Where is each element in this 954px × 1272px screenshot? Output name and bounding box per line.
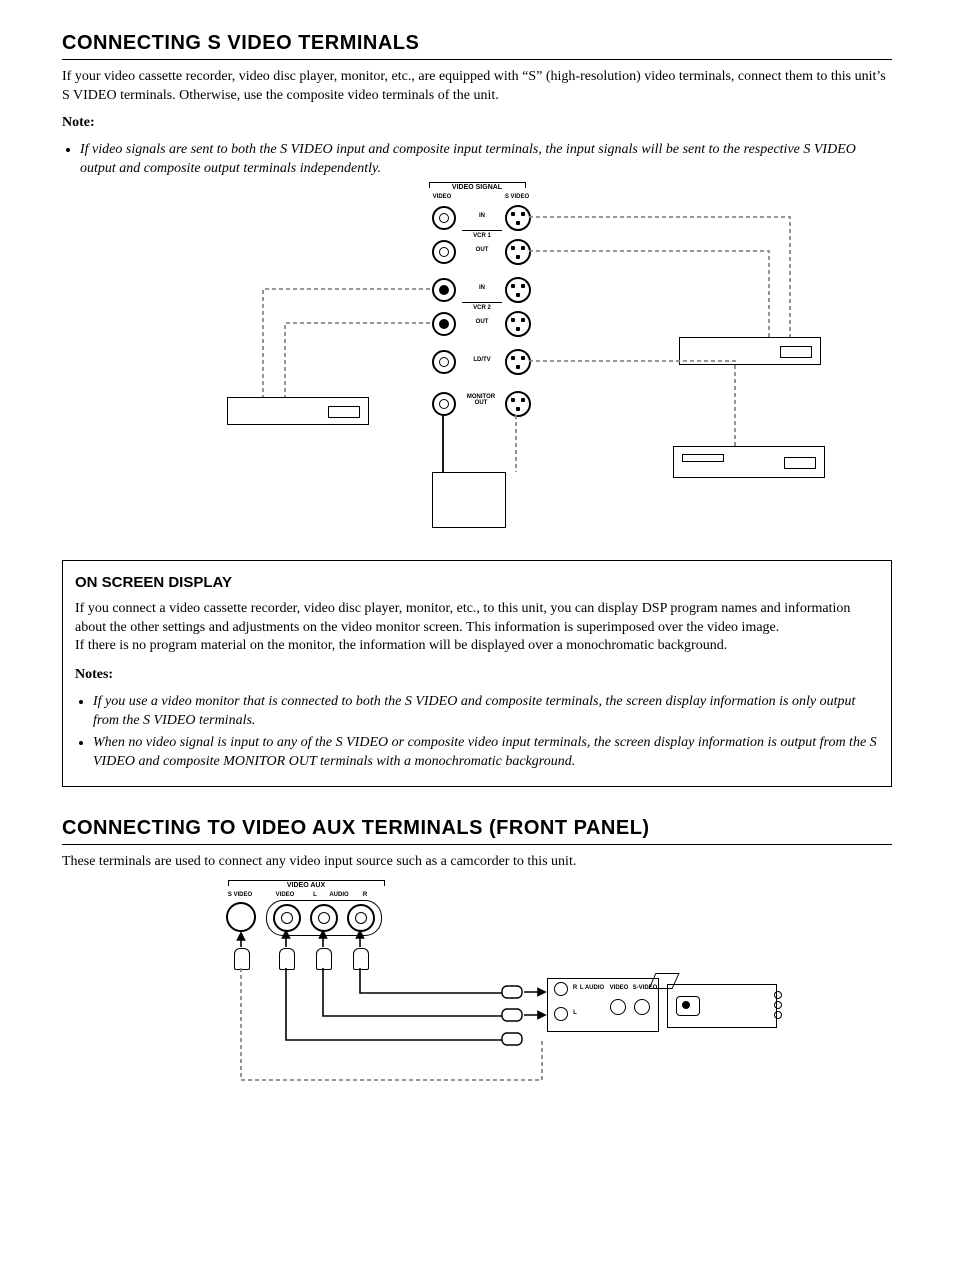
cam-l-jack-icon <box>554 1007 568 1021</box>
osd-note-2-text: When no video signal is input to any of … <box>93 735 877 769</box>
cam-svideo-jack-icon <box>634 999 650 1015</box>
svideo-note: Note: <box>62 114 892 133</box>
osd-note-2: When no video signal is input to any of … <box>93 734 879 772</box>
videoaux-diagram: VIDEO AUX S VIDEO VIDEO L AUDIO R <box>212 880 772 1110</box>
diag1-wiring-svg <box>127 182 827 542</box>
osd-p1: If you connect a video cassette recorder… <box>75 600 879 638</box>
camcorder-panel-icon: R L AUDIO VIDEO S-VIDEO L <box>547 978 659 1032</box>
osd-notes-label: Notes: <box>75 667 113 682</box>
osd-title: ON SCREEN DISPLAY <box>75 573 879 593</box>
osd-p2: If there is no program material on the m… <box>75 637 879 656</box>
osd-note-1-text: If you use a video monitor that is conne… <box>93 694 855 728</box>
cam-l-label: L <box>570 1009 580 1017</box>
svideo-diagram: VIDEO SIGNAL VIDEO S VIDEO IN VCR 1 OUT … <box>127 182 827 542</box>
svideo-intro: If your video cassette recorder, video d… <box>62 68 892 106</box>
cam-laudio-label: L AUDIO <box>578 984 606 992</box>
osd-box: ON SCREEN DISPLAY If you connect a video… <box>62 560 892 786</box>
note-label: Note: <box>62 115 95 130</box>
cam-r-jack-icon <box>554 982 568 996</box>
section-heading-videoaux: CONNECTING TO VIDEO AUX TERMINALS (FRONT… <box>62 815 892 845</box>
section-heading-svideo: CONNECTING S VIDEO TERMINALS <box>62 30 892 60</box>
svideo-note-item: If video signals are sent to both the S … <box>80 141 892 179</box>
cam-video-jack-icon <box>610 999 626 1015</box>
osd-note-1: If you use a video monitor that is conne… <box>93 693 879 731</box>
svideo-note-text: If video signals are sent to both the S … <box>80 142 856 176</box>
videoaux-intro: These terminals are used to connect any … <box>62 853 892 872</box>
cam-video-label: VIDEO <box>606 984 632 992</box>
camcorder-device-icon <box>667 984 777 1028</box>
